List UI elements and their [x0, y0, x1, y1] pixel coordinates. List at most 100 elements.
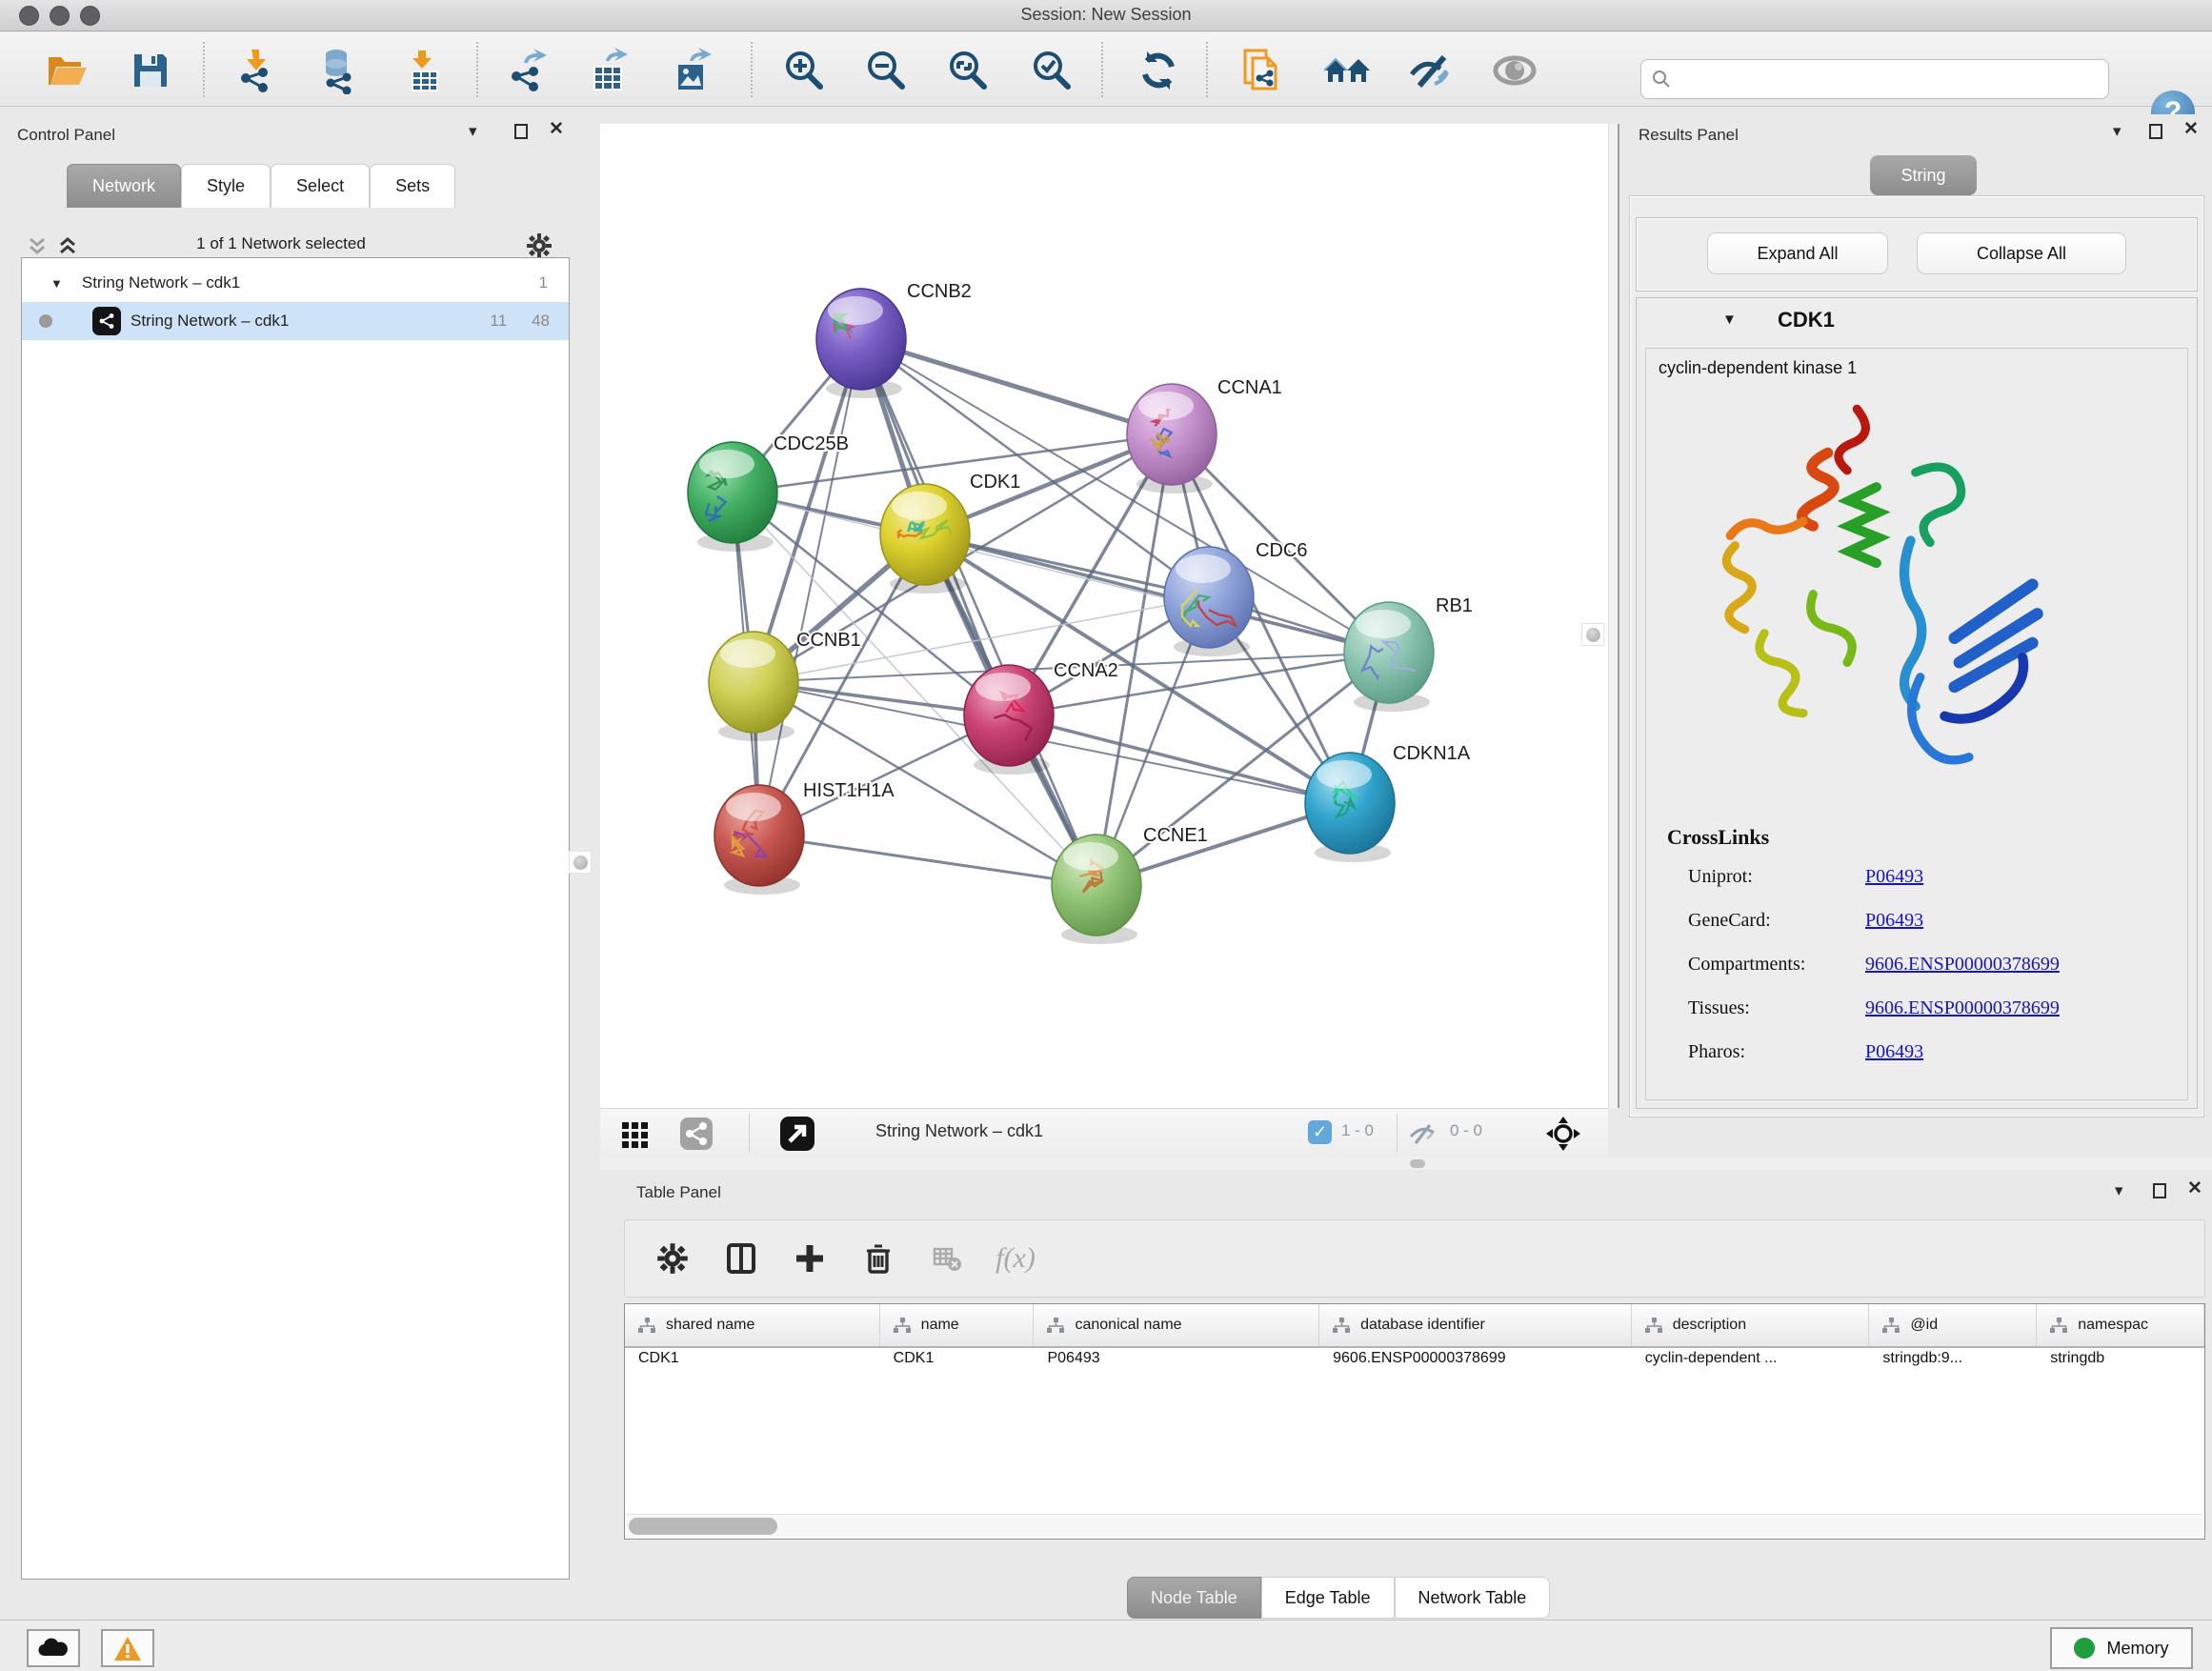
tab-network-table[interactable]: Network Table — [1395, 1577, 1551, 1619]
horizontal-splitter[interactable] — [600, 1157, 2212, 1170]
network-edge[interactable] — [759, 836, 1096, 885]
table-row[interactable]: CDK1CDK1P064939606.ENSP00000378699cyclin… — [625, 1350, 2204, 1382]
node-table[interactable]: shared namenamecanonical namedatabase id… — [624, 1303, 2205, 1540]
save-session-button[interactable] — [126, 46, 175, 95]
column-header-shared-name[interactable]: shared name — [625, 1304, 880, 1346]
network-share-button[interactable] — [678, 1116, 714, 1152]
close-panel-icon[interactable]: ✕ — [2187, 1179, 2202, 1198]
hidden-items-eye-icon[interactable] — [1404, 1116, 1440, 1152]
float-panel-icon[interactable] — [2149, 124, 2162, 144]
show-columns-button[interactable] — [720, 1238, 762, 1279]
warnings-button[interactable] — [101, 1629, 154, 1667]
memory-button[interactable]: Memory — [2050, 1627, 2193, 1669]
network-edge[interactable] — [861, 339, 1172, 434]
entry-collapse-triangle-icon[interactable]: ▼ — [1722, 312, 1737, 328]
app-window: Session: New Session — [0, 0, 2212, 1671]
table-cell[interactable]: stringdb — [2037, 1350, 2204, 1382]
export-network-button[interactable] — [503, 46, 553, 95]
crosslink-link[interactable]: P06493 — [1865, 866, 1923, 888]
import-network-file-button[interactable] — [232, 46, 282, 95]
network-canvas[interactable]: CCNB2CCNA1CDC25BCDK1CDC6RB1CCNB1CCNA2CDK… — [600, 124, 1608, 1108]
crosslink-link[interactable]: P06493 — [1865, 1041, 1923, 1063]
show-all-networks-button[interactable] — [1322, 46, 1372, 95]
search-input[interactable] — [1672, 70, 2108, 89]
fit-content-crosshair-button[interactable] — [1545, 1116, 1581, 1152]
import-table-file-button[interactable] — [400, 46, 450, 95]
table-cell[interactable]: 9606.ENSP00000378699 — [1319, 1350, 1632, 1382]
float-panel-icon[interactable] — [2153, 1183, 2166, 1203]
network-edge[interactable] — [861, 339, 1096, 885]
tab-string[interactable]: String — [1870, 155, 1977, 195]
table-options-gear-button[interactable] — [652, 1238, 694, 1279]
column-header-description[interactable]: description — [1632, 1304, 1870, 1346]
table-cell[interactable]: CDK1 — [880, 1350, 1035, 1382]
column-header-canonical-name[interactable]: canonical name — [1034, 1304, 1319, 1346]
panel-menu-icon[interactable]: ▾ — [469, 122, 477, 141]
network-options-gear-icon[interactable] — [526, 232, 553, 259]
right-splitter-handle[interactable] — [1581, 623, 1604, 646]
network-edge[interactable] — [925, 534, 1389, 653]
network-row-selected[interactable]: String Network – cdk1 11 48 — [22, 302, 569, 340]
column-header-database-identifier[interactable]: database identifier — [1319, 1304, 1632, 1346]
expand-all-button[interactable]: Expand All — [1707, 232, 1888, 274]
delete-column-button[interactable] — [857, 1238, 899, 1279]
birdseye-grid-button[interactable] — [617, 1116, 654, 1152]
column-header-namespac[interactable]: namespac — [2037, 1304, 2204, 1346]
gene-entry-header[interactable]: ▼ CDK1 — [1637, 298, 2197, 346]
network-node-CDK1[interactable]: CDK1 — [880, 472, 1020, 594]
panel-menu-icon[interactable]: ▾ — [2115, 1181, 2123, 1200]
network-node-RB1[interactable]: RB1 — [1344, 595, 1473, 712]
network-node-HIST1H1A[interactable]: HIST1H1A — [714, 780, 895, 895]
table-cell[interactable]: CDK1 — [625, 1350, 880, 1382]
network-edge[interactable] — [759, 339, 861, 836]
tab-edge-table[interactable]: Edge Table — [1261, 1577, 1395, 1619]
tab-node-table[interactable]: Node Table — [1127, 1577, 1261, 1619]
network-node-CCNE1[interactable]: CCNE1 — [1052, 825, 1208, 944]
tab-sets[interactable]: Sets — [370, 164, 455, 208]
table-cell[interactable]: cyclin-dependent ... — [1632, 1350, 1870, 1382]
selected-nodes-checkbox[interactable]: ✓ — [1308, 1120, 1332, 1144]
create-column-button[interactable] — [789, 1238, 831, 1279]
column-header--id[interactable]: @id — [1869, 1304, 2037, 1346]
export-table-button[interactable] — [585, 46, 634, 95]
network-node-CCNB2[interactable]: CCNB2 — [816, 281, 972, 398]
scrollbar-thumb[interactable] — [629, 1518, 777, 1535]
preview-eye-button[interactable] — [1490, 46, 1539, 95]
panel-menu-icon[interactable]: ▾ — [2113, 122, 2122, 141]
crosslink-link[interactable]: P06493 — [1865, 910, 1923, 932]
left-splitter-handle[interactable] — [569, 851, 592, 874]
apply-style-refresh-button[interactable] — [1134, 46, 1183, 95]
column-header-name[interactable]: name — [880, 1304, 1035, 1346]
results-panel-splitter[interactable] — [1608, 124, 1619, 1108]
collapse-all-button[interactable]: Collapse All — [1917, 232, 2126, 274]
network-node-CCNB1[interactable]: CCNB1 — [709, 630, 861, 741]
crosslink-link[interactable]: 9606.ENSP00000378699 — [1865, 997, 2060, 1019]
import-network-database-button[interactable] — [314, 46, 364, 95]
zoom-out-button[interactable] — [861, 46, 911, 95]
crosslink-link[interactable]: 9606.ENSP00000378699 — [1865, 954, 2060, 976]
export-image-button[interactable] — [667, 46, 716, 95]
network-node-CDKN1A[interactable]: CDKN1A — [1305, 743, 1471, 862]
float-panel-icon[interactable] — [514, 124, 528, 144]
table-cell[interactable]: stringdb:9... — [1869, 1350, 2037, 1382]
cloud-status-button[interactable] — [27, 1629, 80, 1667]
search-box[interactable] — [1640, 59, 2109, 99]
open-in-window-button[interactable] — [779, 1116, 815, 1152]
zoom-in-button[interactable] — [779, 46, 829, 95]
close-panel-icon[interactable]: ✕ — [2183, 120, 2199, 139]
tab-select[interactable]: Select — [271, 164, 370, 208]
network-collection-row[interactable]: ▼ String Network – cdk1 1 — [22, 264, 569, 302]
string-network-graph[interactable]: CCNB2CCNA1CDC25BCDK1CDC6RB1CCNB1CCNA2CDK… — [600, 124, 1608, 1108]
tab-network[interactable]: Network — [67, 164, 181, 208]
zoom-selected-button[interactable] — [1027, 46, 1076, 95]
collection-expand-triangle-icon[interactable]: ▼ — [50, 276, 63, 291]
network-node-CCNA1[interactable]: CCNA1 — [1127, 377, 1282, 493]
table-cell[interactable]: P06493 — [1034, 1350, 1319, 1382]
duplicate-network-button[interactable] — [1238, 46, 1288, 95]
zoom-fit-button[interactable] — [943, 46, 993, 95]
tab-style[interactable]: Style — [181, 164, 271, 208]
toggle-panel-visibility-button[interactable] — [1406, 46, 1456, 95]
close-panel-icon[interactable]: ✕ — [549, 120, 564, 139]
open-session-button[interactable] — [42, 46, 91, 95]
table-horizontal-scrollbar[interactable] — [627, 1514, 2202, 1537]
